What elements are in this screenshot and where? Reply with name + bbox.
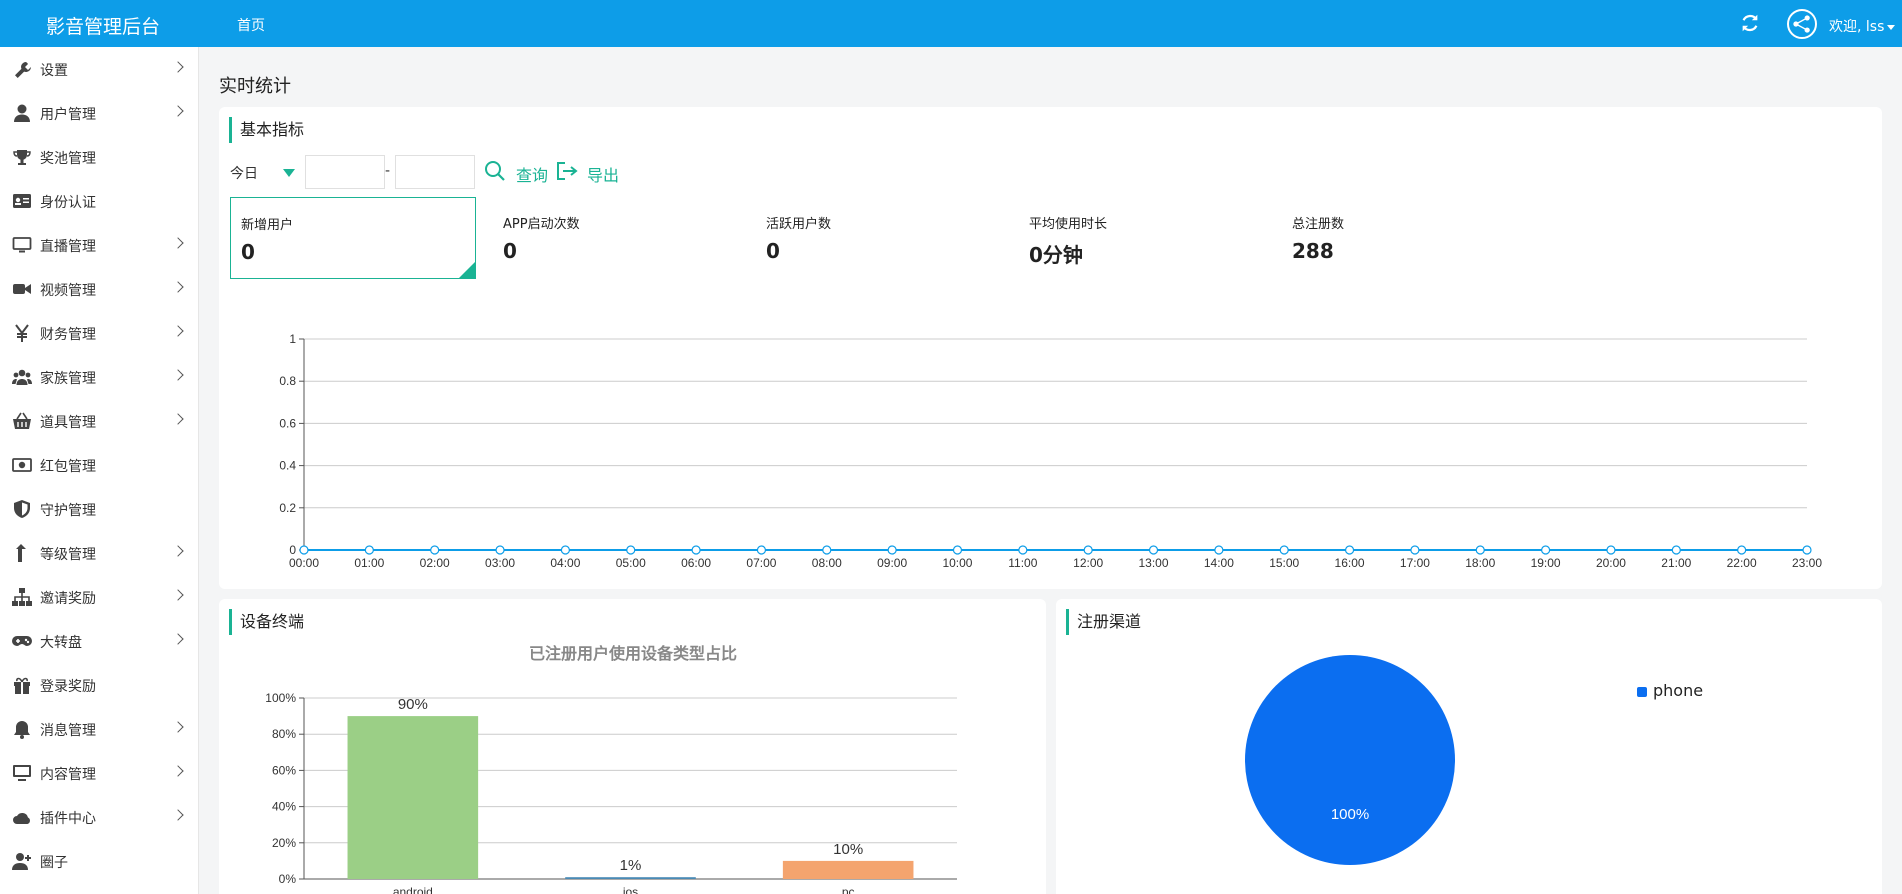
data-point (1344, 545, 1355, 555)
data-point (1148, 545, 1159, 555)
data-point (1671, 545, 1681, 555)
x-tick-label: 15:00 (1269, 556, 1299, 570)
data-point (1802, 545, 1812, 555)
x-tick-label: 19:00 (1531, 556, 1561, 570)
y-tick-label: 60% (272, 763, 296, 777)
x-tick-label: 01:00 (354, 556, 384, 570)
x-tick-label: 09:00 (877, 556, 907, 570)
bar (565, 877, 696, 879)
data-point (1018, 545, 1028, 555)
data-point (822, 545, 832, 555)
x-tick-label: 03:00 (485, 556, 515, 570)
charts-layer: 0 0.2 0.4 0.6 0.8 1 00:00 01:00 02:00 03:00 04:00 0… (265, 332, 1822, 894)
x-tick-label: 18:00 (1465, 556, 1495, 570)
legend-label: phone (1653, 681, 1704, 700)
chart-title: 已注册用户使用设备类型占比 (529, 644, 737, 663)
data-point (1606, 545, 1616, 555)
y-tick-label: 1 (289, 332, 296, 346)
x-tick-label: 17:00 (1400, 556, 1430, 570)
data-point (1214, 545, 1224, 555)
data-point (1083, 545, 1093, 555)
data-point (495, 545, 505, 555)
x-tick-label: 22:00 (1727, 556, 1757, 570)
y-tick-label: 0.6 (279, 416, 296, 430)
y-tick-label: 0.8 (279, 374, 296, 388)
bar-data-label: 10% (833, 841, 863, 858)
y-tick-label: 100% (265, 691, 296, 705)
x-tick-label: ios (623, 885, 638, 894)
x-tick-label: 21:00 (1661, 556, 1691, 570)
x-tick-label: 11:00 (1008, 556, 1037, 570)
pie-legend[interactable]: phone (1637, 681, 1703, 700)
y-tick-label: 0 (289, 543, 296, 557)
x-tick-label: 20:00 (1596, 556, 1626, 570)
y-tick-label: 0.4 (279, 459, 296, 473)
data-point (691, 545, 701, 555)
legend-swatch (1637, 686, 1647, 697)
x-tick-label: 04:00 (550, 556, 580, 570)
x-tick-label: 07:00 (746, 556, 776, 570)
data-point (1279, 545, 1289, 555)
data-point (1737, 545, 1747, 555)
x-tick-label: 10:00 (942, 556, 972, 570)
x-tick-label: pc (842, 885, 855, 894)
x-tick-label: 02:00 (420, 556, 450, 570)
bar (782, 860, 914, 879)
data-point (626, 545, 636, 555)
data-point (1410, 545, 1420, 555)
bar-data-label: 1% (620, 857, 642, 874)
data-point (430, 545, 440, 555)
x-tick-label: 23:00 (1792, 556, 1822, 570)
pie-slice-label: 100% (1331, 806, 1369, 823)
data-point (560, 545, 570, 555)
data-point (1541, 545, 1551, 555)
data-point (887, 545, 897, 555)
y-tick-label: 40% (272, 800, 296, 814)
y-tick-label: 20% (272, 836, 296, 850)
data-point (756, 545, 767, 555)
bar-data-label: 90% (398, 696, 428, 713)
data-point (364, 545, 374, 555)
x-tick-label: 12:00 (1073, 556, 1103, 570)
data-point (952, 545, 963, 555)
x-tick-label: 05:00 (616, 556, 646, 570)
x-tick-label: 14:00 (1204, 556, 1234, 570)
x-tick-label: 13:00 (1139, 556, 1169, 570)
pie-slice (1245, 655, 1455, 865)
x-tick-label: 06:00 (681, 556, 711, 570)
x-tick-label: 16:00 (1335, 556, 1365, 570)
data-point (1475, 545, 1485, 555)
y-tick-label: 0% (279, 872, 297, 886)
y-tick-label: 80% (272, 727, 296, 741)
x-tick-label: 00:00 (289, 556, 319, 570)
data-point (299, 545, 309, 555)
y-tick-label: 0.2 (279, 501, 296, 515)
x-tick-label: 08:00 (812, 556, 842, 570)
x-tick-label: android (393, 885, 433, 894)
bar (347, 716, 479, 879)
